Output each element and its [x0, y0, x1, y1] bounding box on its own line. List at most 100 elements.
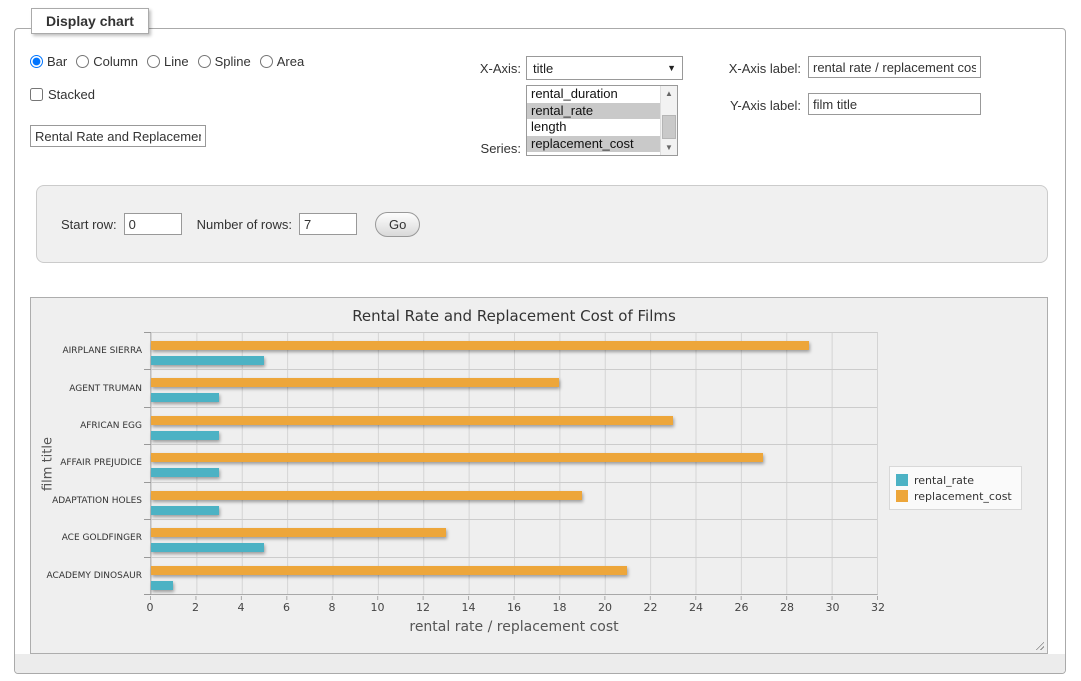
chart-type-option-bar[interactable]: Bar: [30, 54, 67, 69]
chart-x-tick-label: 4: [238, 601, 245, 614]
bar-replacement_cost: [151, 416, 673, 425]
chart-type-radio-area[interactable]: [260, 55, 273, 68]
x-axis-label-label: X-Axis label:: [705, 61, 801, 76]
fieldset-legend: Display chart: [31, 8, 149, 34]
go-button[interactable]: Go: [375, 212, 420, 237]
stacked-option[interactable]: Stacked: [30, 87, 95, 102]
resize-handle-icon[interactable]: [1033, 639, 1044, 650]
chart-x-tick-label: 20: [598, 601, 612, 614]
scrollbar-thumb[interactable]: [662, 115, 676, 139]
x-axis-select[interactable]: title ▼: [526, 56, 683, 80]
bar-rental_rate: [151, 506, 219, 515]
row-range-panel: Start row: Number of rows: Go: [36, 185, 1048, 263]
legend-swatch-icon: [896, 474, 908, 486]
chart-type-radio-bar[interactable]: [30, 55, 43, 68]
series-option-rental_rate[interactable]: rental_rate: [527, 103, 660, 120]
legend-item-replacement_cost[interactable]: replacement_cost: [896, 488, 1012, 504]
x-axis-label-input[interactable]: [808, 56, 981, 78]
start-row-label: Start row:: [61, 217, 117, 232]
bar-replacement_cost: [151, 528, 446, 537]
chart-type-option-column[interactable]: Column: [76, 54, 138, 69]
chart-x-axis-title: rental rate / replacement cost: [150, 619, 878, 635]
y-axis-label-input[interactable]: [808, 93, 981, 115]
chart-type-radios: Bar Column Line Spline Area: [30, 54, 313, 69]
chart-type-option-label: Line: [164, 54, 189, 69]
display-chart-fieldset: Display chart BarColumnLineSplineArea St…: [14, 28, 1066, 674]
chart-container: Rental Rate and Replacement Cost of Film…: [30, 297, 1048, 654]
chart-category-group: AFRICAN EGG: [151, 408, 877, 445]
chart-legend: rental_rate replacement_cost: [889, 466, 1022, 510]
scrollbar-up-icon[interactable]: ▲: [661, 86, 677, 101]
series-scrollbar[interactable]: ▲ ▼: [660, 86, 677, 155]
series-list-label: Series:: [435, 141, 521, 156]
chart-x-tick-label: 30: [826, 601, 840, 614]
x-axis-selected-value: title: [533, 61, 553, 76]
chart-title: Rental Rate and Replacement Cost of Film…: [150, 307, 878, 325]
chart-category-label: AFRICAN EGG: [80, 421, 142, 431]
bar-replacement_cost: [151, 341, 809, 350]
chart-x-tick-labels: 02468101214161820222426283032: [150, 601, 878, 615]
chart-category-label: ACADEMY DINOSAUR: [47, 571, 142, 581]
chart-type-radio-line[interactable]: [147, 55, 160, 68]
y-axis-label-label: Y-Axis label:: [705, 98, 801, 113]
number-of-rows-input[interactable]: [299, 213, 357, 235]
legend-label: rental_rate: [914, 474, 974, 487]
chart-plot-area: AIRPLANE SIERRAAGENT TRUMANAFRICAN EGGAF…: [150, 332, 878, 595]
chart-type-option-line[interactable]: Line: [147, 54, 189, 69]
start-row-input[interactable]: [124, 213, 182, 235]
chart-type-radio-column[interactable]: [76, 55, 89, 68]
chart-x-tick-label: 0: [147, 601, 154, 614]
x-axis-select-label: X-Axis:: [435, 61, 521, 76]
legend-item-rental_rate[interactable]: rental_rate: [896, 472, 1012, 488]
chart-type-option-area[interactable]: Area: [260, 54, 304, 69]
stacked-checkbox[interactable]: [30, 88, 43, 101]
chart-x-tick-label: 32: [871, 601, 885, 614]
chart-category-group: ACADEMY DINOSAUR: [151, 558, 877, 594]
series-listbox[interactable]: rental_durationrental_ratelengthreplacem…: [526, 85, 678, 156]
chart-x-tick-label: 2: [192, 601, 199, 614]
legend-label: replacement_cost: [914, 490, 1012, 503]
page: Display chart Bar Column Line Spline Area St…: [0, 0, 1081, 681]
chart-x-tick-label: 18: [553, 601, 567, 614]
chart-type-option-label: Area: [277, 54, 304, 69]
chart-type-radio-spline[interactable]: [198, 55, 211, 68]
chart-x-tick-label: 28: [780, 601, 794, 614]
chart-type-option-spline[interactable]: Spline: [198, 54, 251, 69]
series-option-replacement_cost[interactable]: replacement_cost: [527, 136, 660, 153]
chart-category-label: AGENT TRUMAN: [69, 384, 142, 394]
bar-replacement_cost: [151, 566, 627, 575]
stacked-label: Stacked: [48, 87, 95, 102]
chart-x-tick-label: 10: [371, 601, 385, 614]
chart-x-tick-label: 26: [735, 601, 749, 614]
chart-x-tick-label: 14: [462, 601, 476, 614]
chart-x-tick-label: 16: [507, 601, 521, 614]
chart-category-group: ACE GOLDFINGER: [151, 520, 877, 557]
chart-x-tick-label: 24: [689, 601, 703, 614]
series-option-rental_duration[interactable]: rental_duration: [527, 86, 660, 103]
bar-rental_rate: [151, 393, 219, 402]
chevron-down-icon: ▼: [667, 63, 676, 73]
number-of-rows-label: Number of rows:: [197, 217, 292, 232]
chart-x-tick-label: 22: [644, 601, 658, 614]
chart-x-tick-label: 6: [283, 601, 290, 614]
chart-category-group: AGENT TRUMAN: [151, 370, 877, 407]
chart-category-label: ADAPTATION HOLES: [52, 496, 142, 506]
bar-rental_rate: [151, 356, 264, 365]
bar-rental_rate: [151, 581, 173, 590]
chart-category-label: AIRPLANE SIERRA: [62, 346, 142, 356]
chart-type-option-label: Bar: [47, 54, 67, 69]
chart-type-option-label: Spline: [215, 54, 251, 69]
chart-x-tick-marks: [150, 596, 878, 600]
chart-category-label: AFFAIR PREJUDICE: [60, 458, 142, 468]
scrollbar-down-icon[interactable]: ▼: [661, 140, 677, 155]
chart-category-label: ACE GOLDFINGER: [62, 533, 142, 543]
chart-y-axis-title: film title: [41, 437, 56, 491]
bar-rental_rate: [151, 468, 219, 477]
chart-category-group: ADAPTATION HOLES: [151, 483, 877, 520]
series-option-length[interactable]: length: [527, 119, 660, 136]
chart-title-input[interactable]: [30, 125, 206, 147]
chart-x-tick-label: 12: [416, 601, 430, 614]
chart-x-tick-label: 8: [329, 601, 336, 614]
bar-replacement_cost: [151, 453, 763, 462]
series-options: rental_durationrental_ratelengthreplacem…: [527, 86, 660, 155]
